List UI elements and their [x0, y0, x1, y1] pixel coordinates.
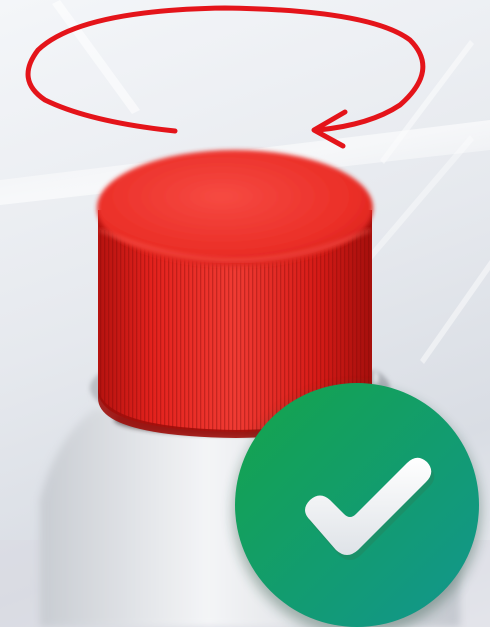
rotation-arrow-icon [25, 5, 426, 149]
product-scene [0, 0, 490, 627]
check-badge-icon [233, 383, 481, 627]
scene-artwork [0, 0, 490, 627]
